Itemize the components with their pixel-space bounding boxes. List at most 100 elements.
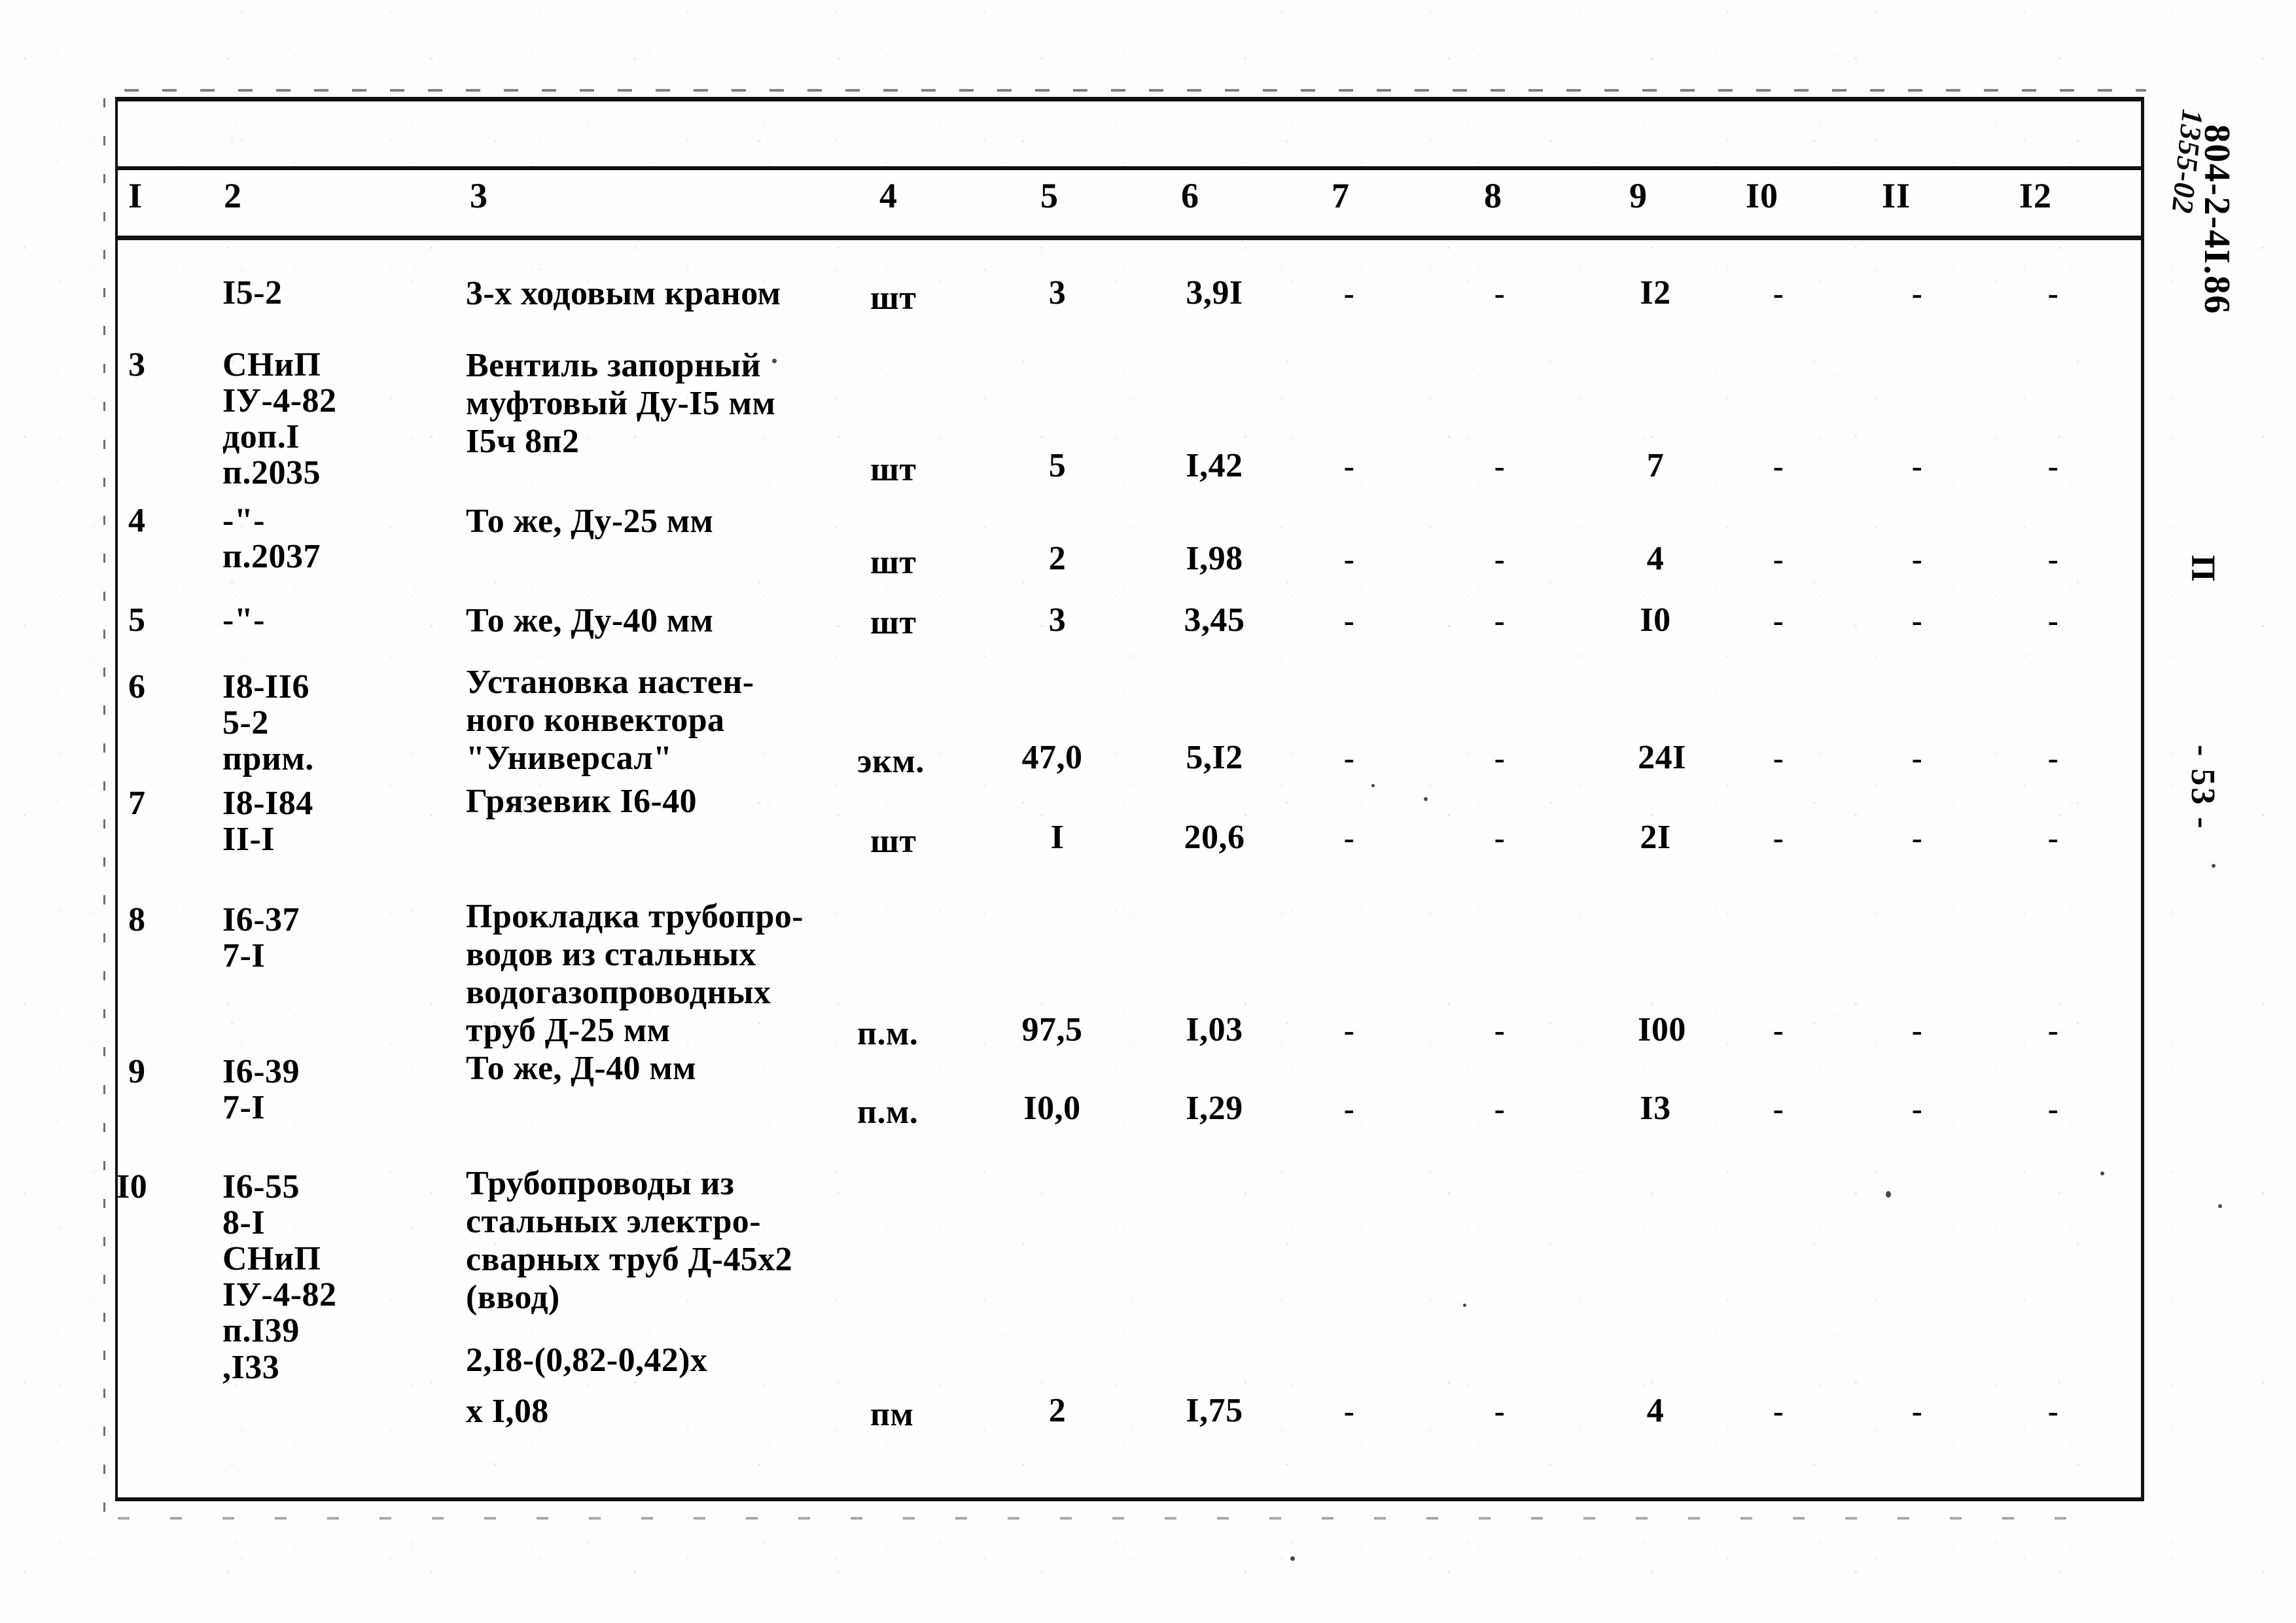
document-code-stamp: 804-2-4I.86 (2197, 124, 2237, 315)
row-3-col6: 3,45 (1184, 601, 1245, 639)
row-6-col10: - (1773, 1013, 1784, 1048)
row-6-description-line-4: труб Д-25 мм (466, 1012, 671, 1049)
row-7-qty: I0,0 (1023, 1090, 1081, 1127)
row-7-col9: I3 (1640, 1090, 1671, 1127)
row-1-col9: 7 (1646, 447, 1665, 484)
row-1-col8: - (1494, 449, 1506, 484)
column-header-1: I (128, 176, 143, 215)
row-4-col10: - (1773, 741, 1784, 776)
row-7-number: 9 (128, 1053, 146, 1090)
row-1-col10: - (1773, 449, 1784, 484)
row-8-col11: - (1911, 1394, 1923, 1429)
row-1-description-line-1: Вентиль запорный (466, 347, 761, 384)
row-4-unit: экм. (857, 743, 925, 780)
row-5-col11: - (1911, 821, 1923, 855)
row-6-col7: - (1343, 1013, 1355, 1048)
row-2-qty: 2 (1048, 540, 1067, 577)
row-6-col8: - (1494, 1013, 1506, 1048)
column-header-10: I0 (1746, 176, 1779, 215)
scan-speck (2218, 1204, 2222, 1208)
column-header-5: 5 (1040, 176, 1059, 215)
scan-speck (1371, 784, 1375, 787)
row-2-col8: - (1494, 542, 1506, 577)
row-8-col12: - (2047, 1394, 2059, 1429)
column-header-2: 2 (224, 176, 242, 215)
row-3-description: То же, Ду-40 мм (466, 602, 714, 639)
scanned-page: I 2 3 4 5 6 7 8 9 I0 II I2 I5-2 3-х ходо… (0, 0, 2296, 1623)
row-4-number: 6 (128, 668, 146, 705)
row-8-col10: - (1773, 1394, 1784, 1429)
table-right-border (2141, 97, 2144, 1501)
bottom-dashed-guide (118, 1517, 2087, 1520)
row-3-code: -"- (222, 601, 266, 639)
row-0-unit: шт (870, 279, 917, 317)
row-0-col7: - (1343, 276, 1355, 311)
row-3-unit: шт (870, 604, 917, 641)
row-5-code: I8-I84 II-I (222, 785, 313, 859)
row-0-description: 3-х ходовым краном (466, 275, 781, 312)
row-4-description-line-2: ного конвектора (466, 702, 725, 739)
row-5-col12: - (2047, 821, 2059, 855)
page-number: - 53 - (2184, 745, 2221, 830)
row-4-col9: 24I (1638, 739, 1686, 776)
row-0-col6: 3,9I (1186, 274, 1243, 312)
row-0-col11: - (1911, 276, 1923, 311)
row-6-number: 8 (128, 901, 146, 938)
row-8-formula-line-1: 2,I8-(0,82-0,42)х (466, 1342, 708, 1379)
scan-speck (1290, 1556, 1295, 1561)
row-4-col11: - (1911, 741, 1923, 776)
row-4-col6: 5,I2 (1186, 739, 1243, 776)
row-4-col7: - (1343, 741, 1355, 776)
row-2-unit: шт (870, 544, 917, 581)
column-header-11: II (1882, 176, 1911, 215)
row-0-col12: - (2047, 276, 2059, 311)
row-4-description-line-3: "Универсал" (466, 740, 673, 777)
row-5-col8: - (1494, 821, 1506, 855)
column-header-3: 3 (470, 176, 488, 215)
row-5-col9: 2I (1640, 819, 1671, 856)
row-3-col11: - (1911, 603, 1923, 638)
row-8-unit: пм (870, 1396, 914, 1433)
row-8-formula-line-2: х I,08 (466, 1393, 549, 1430)
row-8-description-line-3: сварных труб Д-45х2 (466, 1241, 793, 1278)
row-8-col7: - (1343, 1394, 1355, 1429)
table-bottom-border (115, 1497, 2144, 1501)
row-1-description-line-2: муфтовый Ду-I5 мм (466, 385, 776, 422)
row-3-col9: I0 (1640, 601, 1671, 639)
row-8-col8: - (1494, 1394, 1506, 1429)
row-1-description-line-3: I5ч 8п2 (466, 423, 580, 460)
row-7-col12: - (2047, 1092, 2059, 1126)
row-8-col6: I,75 (1186, 1392, 1243, 1429)
scan-speck (1886, 1191, 1891, 1198)
column-header-8: 8 (1484, 176, 1502, 215)
top-dashed-guide (124, 89, 2146, 92)
row-0-col9: I2 (1640, 274, 1671, 312)
column-header-6: 6 (1181, 176, 1199, 215)
row-6-col9: I00 (1638, 1011, 1686, 1048)
row-5-qty: I (1050, 819, 1065, 856)
row-2-number: 4 (128, 502, 146, 539)
row-7-col7: - (1343, 1092, 1355, 1126)
row-2-col6: I,98 (1186, 540, 1243, 577)
sheet-letter-mark: П (2184, 555, 2221, 583)
row-7-description: То же, Д-40 мм (466, 1050, 696, 1087)
row-2-col9: 4 (1646, 540, 1665, 577)
row-8-qty: 2 (1048, 1392, 1067, 1429)
row-1-col12: - (2047, 449, 2059, 484)
row-4-col12: - (2047, 741, 2059, 776)
row-4-qty: 47,0 (1021, 739, 1083, 776)
column-header-9: 9 (1629, 176, 1648, 215)
row-7-col6: I,29 (1186, 1090, 1243, 1127)
row-6-description-line-2: водов из стальных (466, 936, 756, 973)
row-1-col11: - (1911, 449, 1923, 484)
row-7-col11: - (1911, 1092, 1923, 1126)
scan-speck (2100, 1171, 2104, 1175)
column-header-4: 4 (879, 176, 898, 215)
row-5-unit: шт (870, 823, 917, 860)
row-1-unit: шт (870, 451, 917, 488)
left-dashed-guide (103, 98, 105, 1512)
row-5-col10: - (1773, 821, 1784, 855)
row-7-unit: п.м. (857, 1094, 919, 1131)
row-4-code: I8-II6 5-2 прим. (222, 668, 314, 778)
row-8-description-line-2: стальных электро- (466, 1203, 761, 1240)
